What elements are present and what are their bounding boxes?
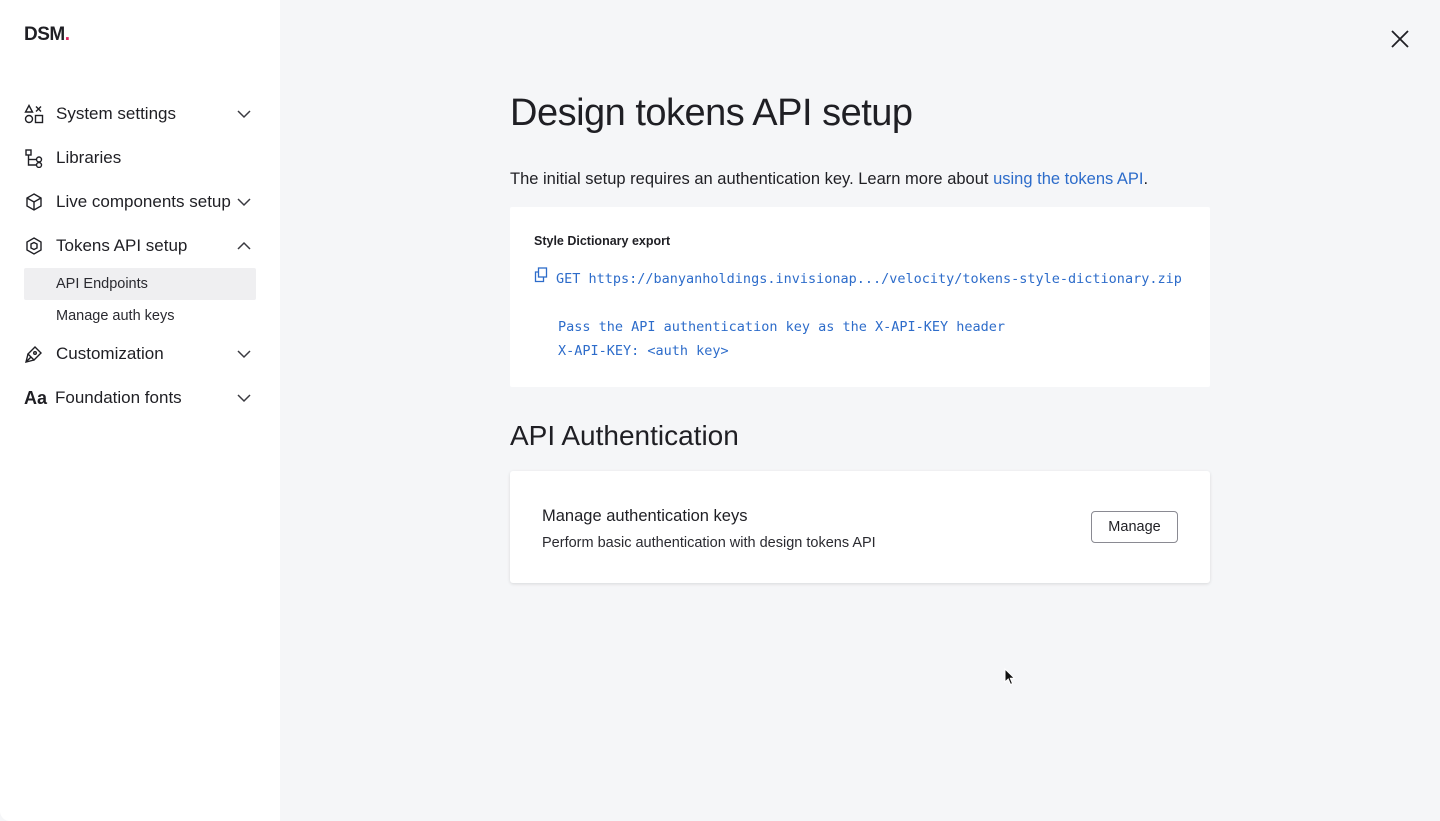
sidebar-item-label: Foundation fonts xyxy=(55,388,182,407)
export-endpoint[interactable]: GET https://banyanholdings.invisionap...… xyxy=(556,271,1182,287)
font-icon: Aa xyxy=(24,387,48,408)
sidebar: DSM. System settings Libraries Live comp… xyxy=(0,0,280,821)
tokens-icon xyxy=(24,235,46,257)
export-title: Style Dictionary export xyxy=(534,234,671,248)
api-authentication-heading: API Authentication xyxy=(510,420,739,451)
sidebar-item-customization[interactable]: Customization xyxy=(24,332,256,376)
tokens-api-link[interactable]: using the tokens API xyxy=(993,170,1143,188)
system-settings-icon xyxy=(24,103,46,125)
page-title: Design tokens API setup xyxy=(510,92,913,134)
auth-card-heading: Manage authentication keys xyxy=(542,507,748,525)
chevron-down-icon[interactable] xyxy=(236,346,252,362)
export-header-note: Pass the API authentication key as the X… xyxy=(558,319,1006,335)
sidebar-item-live-components-setup[interactable]: Live components setup xyxy=(24,180,256,224)
intro-text: The initial setup requires an authentica… xyxy=(510,170,1149,188)
dsm-logo[interactable]: DSM. xyxy=(24,24,70,46)
sidebar-subitem-manage-auth-keys[interactable]: Manage auth keys xyxy=(24,300,256,332)
sidebar-subitem-api-endpoints[interactable]: API Endpoints xyxy=(24,268,256,300)
export-header-example: X-API-KEY: <auth key> xyxy=(558,343,729,359)
sidebar-item-label: Customization xyxy=(56,344,164,363)
chevron-down-icon[interactable] xyxy=(236,194,252,210)
manage-auth-keys-card: Manage authentication keys Perform basic… xyxy=(510,471,1210,583)
sidebar-item-label: Tokens API setup xyxy=(56,236,188,255)
brush-icon xyxy=(24,343,46,365)
style-dictionary-export-card: Style Dictionary export GET https://bany… xyxy=(510,207,1210,387)
close-icon[interactable] xyxy=(1388,27,1412,51)
sidebar-item-foundation-fonts[interactable]: Aa Foundation fonts xyxy=(24,376,256,420)
chevron-up-icon[interactable] xyxy=(236,238,252,254)
sidebar-nav: System settings Libraries Live component… xyxy=(24,92,256,420)
manage-button[interactable]: Manage xyxy=(1091,511,1178,543)
sidebar-item-tokens-api-setup[interactable]: Tokens API setup xyxy=(24,224,256,268)
sidebar-item-label: Live components setup xyxy=(56,192,231,211)
chevron-down-icon[interactable] xyxy=(236,106,252,122)
sidebar-item-label: System settings xyxy=(56,104,176,123)
mouse-cursor-icon xyxy=(1004,668,1016,686)
cube-icon xyxy=(24,191,46,213)
auth-card-description: Perform basic authentication with design… xyxy=(542,535,876,551)
sidebar-item-libraries[interactable]: Libraries xyxy=(24,136,256,180)
app-window: DSM. System settings Libraries Live comp… xyxy=(0,0,1440,821)
chevron-down-icon[interactable] xyxy=(236,390,252,406)
sidebar-item-label: Libraries xyxy=(56,148,122,167)
copy-icon[interactable] xyxy=(534,267,548,283)
sidebar-item-system-settings[interactable]: System settings xyxy=(24,92,256,136)
libraries-icon xyxy=(24,147,46,169)
